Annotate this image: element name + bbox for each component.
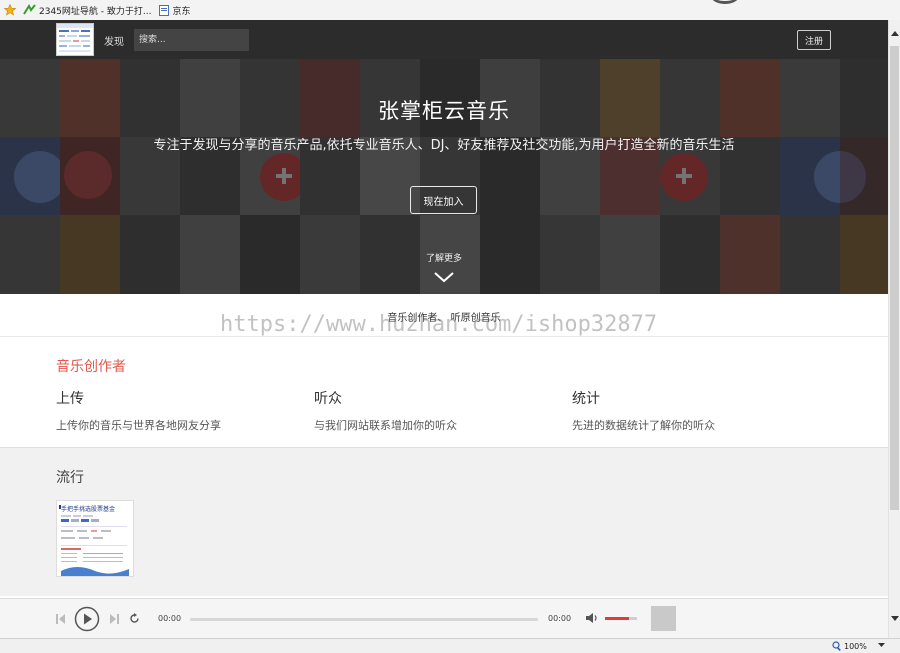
top-navbar: 发现 注册 (0, 20, 888, 59)
hero-subtitle: 专注于发现与分享的音乐产品,依托专业音乐人、DJ、好友推荐及社交功能,为用户打造… (153, 138, 735, 153)
feature-description: 上传你的音乐与世界各地网友分享 (56, 419, 221, 432)
play-icon[interactable] (74, 606, 100, 632)
volume-fill (605, 617, 629, 620)
zoom-magnifier-icon (832, 641, 841, 651)
feature-description: 与我们网站联系增加你的听众 (314, 419, 457, 432)
chevron-down-icon[interactable] (433, 271, 455, 283)
learn-more-link[interactable]: 了解更多 (0, 251, 888, 264)
popular-section: 流行 手把手挑选股票基金 (0, 447, 888, 596)
join-now-button[interactable]: 现在加入 (410, 186, 477, 214)
register-button[interactable]: 注册 (797, 30, 831, 50)
zoom-control[interactable]: 100% (832, 641, 867, 651)
volume-slider[interactable] (605, 617, 637, 620)
browser-decoration (706, 0, 744, 4)
music-player-bar: 00:00 00:00 (0, 598, 888, 639)
zoom-level: 100% (844, 641, 867, 651)
feature-title: 听众 (314, 391, 342, 407)
thumbnail-image (59, 505, 129, 576)
scroll-up-arrow-icon[interactable] (891, 30, 899, 36)
scroll-down-arrow-icon[interactable] (891, 616, 899, 622)
browser-favorites-bar: 2345网址导航 - 致力于打... 京东 (0, 0, 900, 21)
previous-track-icon[interactable] (56, 613, 66, 625)
hero-title: 张掌柜云音乐 (378, 99, 510, 123)
volume-icon[interactable] (586, 612, 599, 624)
favorite-label: 京东 (172, 6, 191, 17)
favorites-star-icon[interactable] (4, 4, 19, 16)
feature-description: 先进的数据统计了解你的听众 (572, 419, 715, 432)
current-time: 00:00 (158, 614, 182, 623)
browser-status-bar: 100% (0, 638, 900, 653)
popular-heading: 流行 (56, 470, 84, 486)
scrollbar-thumb[interactable] (890, 46, 899, 510)
popular-item-thumbnail[interactable]: 手把手挑选股票基金 (56, 500, 134, 577)
feature-title: 上传 (56, 391, 84, 407)
chevron-down-icon[interactable] (878, 641, 885, 649)
section-divider (0, 336, 888, 337)
page-scrollbar[interactable] (888, 20, 900, 638)
progress-slider[interactable] (190, 618, 538, 621)
next-track-icon[interactable] (109, 613, 119, 625)
arrow-icon (23, 4, 36, 15)
features-heading: 音乐创作者 (56, 359, 126, 375)
favorite-link-jd[interactable]: 京东 (159, 4, 190, 17)
repeat-icon[interactable] (129, 613, 140, 624)
hero-banner: 张掌柜云音乐 专注于发现与分享的音乐产品,依托专业音乐人、DJ、好友推荐及社交功… (0, 59, 888, 294)
feature-statistics: 统计 先进的数据统计了解你的听众 (572, 388, 812, 433)
feature-upload: 上传 上传你的音乐与世界各地网友分享 (56, 388, 296, 433)
search-input[interactable] (134, 29, 249, 51)
watermark-text: https://www.huzhan.com/ishop32877 (220, 312, 658, 337)
feature-title: 统计 (572, 391, 600, 407)
page-icon (159, 4, 170, 16)
favorite-label: 2345网址导航 - 致力于打... (39, 6, 152, 17)
total-time: 00:00 (548, 614, 572, 623)
nav-discover-link[interactable]: 发现 (104, 33, 124, 48)
album-cover[interactable] (651, 606, 676, 631)
site-logo[interactable] (56, 23, 94, 56)
feature-listeners: 听众 与我们网站联系增加你的听众 (314, 388, 554, 433)
favorite-link-2345[interactable]: 2345网址导航 - 致力于打... (23, 4, 151, 17)
